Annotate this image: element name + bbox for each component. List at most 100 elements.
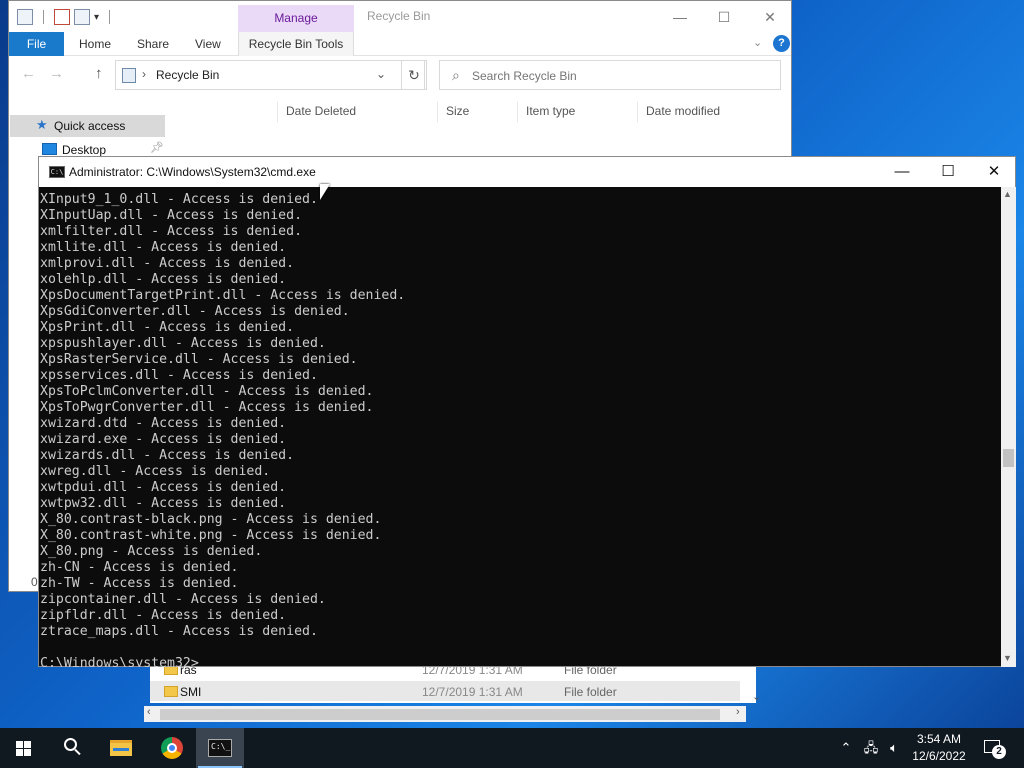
console-line: xwreg.dll - Access is denied. [40, 464, 271, 479]
column-date-deleted[interactable]: Date Deleted [277, 102, 439, 122]
console-line: XpsToPclmConverter.dll - Access is denie… [40, 384, 374, 399]
navigation-bar: ← → ↑ › Recycle Bin ⌄ ↻ ⌕ [9, 59, 791, 91]
close-icon[interactable]: ✕ [971, 160, 1017, 184]
action-center-button[interactable]: 2 [980, 736, 1006, 760]
help-icon[interactable]: ? [773, 35, 790, 52]
folder-icon [164, 686, 178, 697]
console-line: xmlprovi.dll - Access is denied. [40, 256, 295, 271]
forward-icon[interactable]: → [49, 65, 64, 82]
file-date: 12/7/2019 1:31 AM [422, 685, 523, 699]
sidebar-item-quick-access[interactable]: ★ Quick access [10, 115, 165, 137]
taskbar: C:\_ ⌃ 🖧︎ 🔈︎ 3:54 AM 12/6/2022 2 [0, 728, 1024, 768]
volume-icon[interactable]: 🔈︎ [884, 728, 904, 768]
tab-file[interactable]: File [9, 32, 64, 56]
chevron-right-icon[interactable]: › [142, 67, 146, 81]
maximize-icon[interactable]: ☐ [701, 5, 747, 29]
minimize-icon[interactable]: — [879, 160, 925, 184]
taskbar-command-prompt[interactable]: C:\_ [196, 728, 244, 768]
clock-date: 12/6/2022 [912, 749, 966, 763]
scrollbar-thumb[interactable] [1003, 449, 1014, 467]
minimize-icon[interactable]: — [657, 5, 703, 29]
console-line: xwtpdui.dll - Access is denied. [40, 480, 287, 495]
console-line: C:\Windows\system32> [40, 656, 199, 667]
address-bar[interactable]: › Recycle Bin ⌄ [115, 60, 425, 90]
chevron-up-icon[interactable]: ⌃ [836, 728, 856, 768]
customize-qat-icon[interactable]: ▾ [94, 12, 99, 23]
vertical-scrollbar[interactable]: ▲ ▼ [1001, 187, 1016, 667]
console-line: xolehlp.dll - Access is denied. [40, 272, 287, 287]
column-date-modified[interactable]: Date modified [637, 102, 777, 122]
console-line: ztrace_maps.dll - Access is denied. [40, 624, 318, 639]
explorer-titlebar[interactable]: ▾ Manage Recycle Bin — ☐ ✕ [9, 1, 791, 32]
taskbar-search-button[interactable] [48, 728, 96, 768]
scrollbar-thumb[interactable] [160, 709, 720, 720]
tab-share[interactable]: Share [137, 32, 169, 56]
windows-start-icon [16, 741, 31, 756]
maximize-icon[interactable]: ☐ [925, 160, 971, 184]
manage-tab[interactable]: Manage [238, 5, 354, 32]
recycle-bin-icon [122, 68, 136, 83]
console-line: zh-TW - Access is denied. [40, 576, 239, 591]
properties-icon[interactable] [54, 9, 70, 25]
quick-access-toolbar: ▾ [17, 8, 116, 26]
console-line: xpspushlayer.dll - Access is denied. [40, 336, 326, 351]
taskbar-file-explorer[interactable] [98, 728, 146, 768]
console-line: xwizard.dtd - Access is denied. [40, 416, 287, 431]
scroll-left-icon[interactable]: ‹ [147, 706, 151, 718]
console-line: xwizards.dll - Access is denied. [40, 448, 295, 463]
file-type: File folder [564, 685, 617, 699]
pin-icon[interactable]: 📌︎ [150, 141, 164, 154]
column-size[interactable]: Size [437, 102, 517, 122]
horizontal-scrollbar[interactable]: ‹ › [144, 706, 746, 722]
chevron-down-icon[interactable]: ⌄ [376, 67, 386, 81]
network-icon[interactable]: 🖧︎ [860, 728, 882, 768]
console-line: xwtpw32.dll - Access is denied. [40, 496, 287, 511]
console-line: X_80.png - Access is denied. [40, 544, 263, 559]
console-line: XInput9_1_0.dll - Access is denied. [40, 192, 318, 207]
cmd-icon: C:\_ [208, 739, 232, 757]
sidebar-item-label: Quick access [54, 119, 126, 133]
cmd-icon: C:\ [49, 166, 65, 178]
close-icon[interactable]: ✕ [747, 5, 793, 29]
start-button[interactable] [0, 728, 48, 768]
cmd-window-title: Administrator: C:\Windows\System32\cmd.e… [69, 165, 316, 179]
refresh-icon[interactable]: ↻ [401, 60, 427, 90]
expand-ribbon-icon[interactable]: ⌄ [753, 36, 762, 49]
tab-recycle-bin-tools[interactable]: Recycle Bin Tools [238, 32, 354, 56]
search-input[interactable] [472, 66, 772, 86]
taskbar-chrome[interactable] [148, 728, 196, 768]
tab-home[interactable]: Home [79, 32, 111, 56]
file-name: SMI [180, 685, 202, 699]
address-text: Recycle Bin [156, 68, 220, 82]
scroll-down-icon[interactable]: ▼ [1003, 653, 1012, 663]
console-line: xwizard.exe - Access is denied. [40, 432, 287, 447]
window-title: Recycle Bin [367, 9, 431, 23]
column-item-type[interactable]: Item type [517, 102, 629, 122]
clock-time: 3:54 AM [916, 732, 962, 746]
search-icon [64, 738, 77, 751]
scroll-right-icon[interactable]: › [736, 706, 740, 718]
back-icon[interactable]: ← [21, 65, 36, 82]
search-box[interactable]: ⌕ [439, 60, 781, 90]
up-icon[interactable]: ↑ [95, 65, 103, 82]
console-line: zh-CN - Access is denied. [40, 560, 239, 575]
console-line: X_80.contrast-black.png - Access is deni… [40, 512, 382, 527]
command-prompt-window[interactable]: C:\ Administrator: C:\Windows\System32\c… [38, 156, 1016, 667]
console-line: XpsPrint.dll - Access is denied. [40, 320, 295, 335]
tab-view[interactable]: View [195, 32, 221, 56]
ribbon-tabs: File Home Share View Recycle Bin Tools ⌄… [9, 32, 791, 56]
list-item[interactable]: SMI 12/7/2019 1:31 AM File folder [150, 681, 740, 701]
scroll-up-icon[interactable]: ▲ [1003, 189, 1012, 199]
new-folder-icon[interactable] [74, 9, 90, 25]
search-icon: ⌕ [452, 67, 460, 83]
file-explorer-icon [110, 740, 132, 756]
console-output[interactable]: XInput9_1_0.dll - Access is denied. XInpu… [39, 187, 1001, 667]
console-line: xmlfilter.dll - Access is denied. [40, 224, 303, 239]
cmd-titlebar[interactable]: C:\ Administrator: C:\Windows\System32\c… [39, 157, 1015, 187]
clock[interactable]: 3:54 AM 12/6/2022 [906, 731, 972, 765]
console-line: XpsDocumentTargetPrint.dll - Access is d… [40, 288, 406, 303]
mouse-cursor-icon [320, 184, 330, 200]
console-line: XInputUap.dll - Access is denied. [40, 208, 303, 223]
scroll-down-icon[interactable]: ⌄ [752, 690, 761, 703]
